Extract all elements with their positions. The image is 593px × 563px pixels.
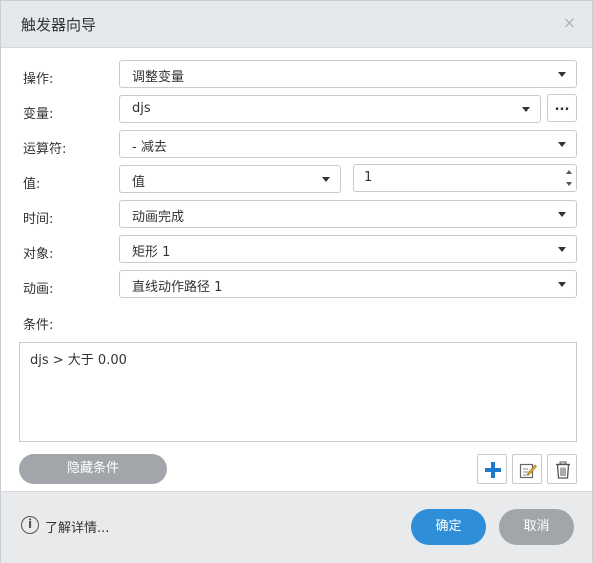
dialog-title: 触发器向导 [21,16,97,34]
target-select[interactable]: 矩形 1 [119,235,577,263]
value-type-value: 值 [132,175,146,190]
cancel-button[interactable]: 取消 [499,509,574,545]
value-number-input[interactable]: 1 [353,164,577,192]
chevron-down-icon [558,247,566,252]
chevron-down-icon [558,282,566,287]
operator-select[interactable]: - 减去 [119,130,577,158]
operator-value: - 减去 [132,140,167,155]
variable-more-button[interactable]: ... [547,94,577,122]
time-label: 时间: [23,212,54,227]
value-label: 值: [23,177,41,192]
operator-label: 运算符: [23,142,67,157]
learn-more-link[interactable]: 了解详情... [45,517,109,536]
plus-icon [485,462,501,478]
close-icon[interactable]: × [563,13,576,32]
add-condition-button[interactable] [477,454,507,484]
condition-item[interactable]: djs > 大于 0.00 [30,349,127,368]
operation-value: 调整变量 [132,70,185,85]
value-number: 1 [364,170,373,185]
variable-select[interactable]: djs [119,95,541,123]
target-value: 矩形 1 [132,245,171,260]
operation-label: 操作: [23,72,54,87]
chevron-down-icon [522,107,530,112]
chevron-down-icon [322,177,330,182]
chevron-down-icon [558,212,566,217]
variable-label: 变量: [23,107,54,122]
trash-icon [556,461,570,479]
chevron-down-icon [558,72,566,77]
value-type-select[interactable]: 值 [119,165,341,193]
ok-button[interactable]: 确定 [411,509,486,545]
conditions-list[interactable]: djs > 大于 0.00 [19,342,577,442]
hide-conditions-button[interactable]: 隐藏条件 [19,454,167,484]
variable-value: djs [132,101,151,116]
spin-down-icon[interactable] [563,178,575,190]
animation-label: 动画: [23,282,54,297]
conditions-label: 条件: [23,318,54,333]
delete-condition-button[interactable] [547,454,577,484]
info-icon[interactable]: i [21,516,39,534]
time-select[interactable]: 动画完成 [119,200,577,228]
spin-up-icon[interactable] [563,166,575,178]
target-label: 对象: [23,247,54,262]
edit-condition-button[interactable] [512,454,542,484]
edit-icon [519,463,537,479]
animation-value: 直线动作路径 1 [132,280,223,295]
operation-select[interactable]: 调整变量 [119,60,577,88]
time-value: 动画完成 [132,210,185,225]
title-bar: 触发器向导 × [1,1,592,48]
animation-select[interactable]: 直线动作路径 1 [119,270,577,298]
chevron-down-icon [558,142,566,147]
trigger-wizard-dialog: 触发器向导 × 操作: 调整变量 变量: djs ... 运算符: - 减去 值… [0,0,593,563]
